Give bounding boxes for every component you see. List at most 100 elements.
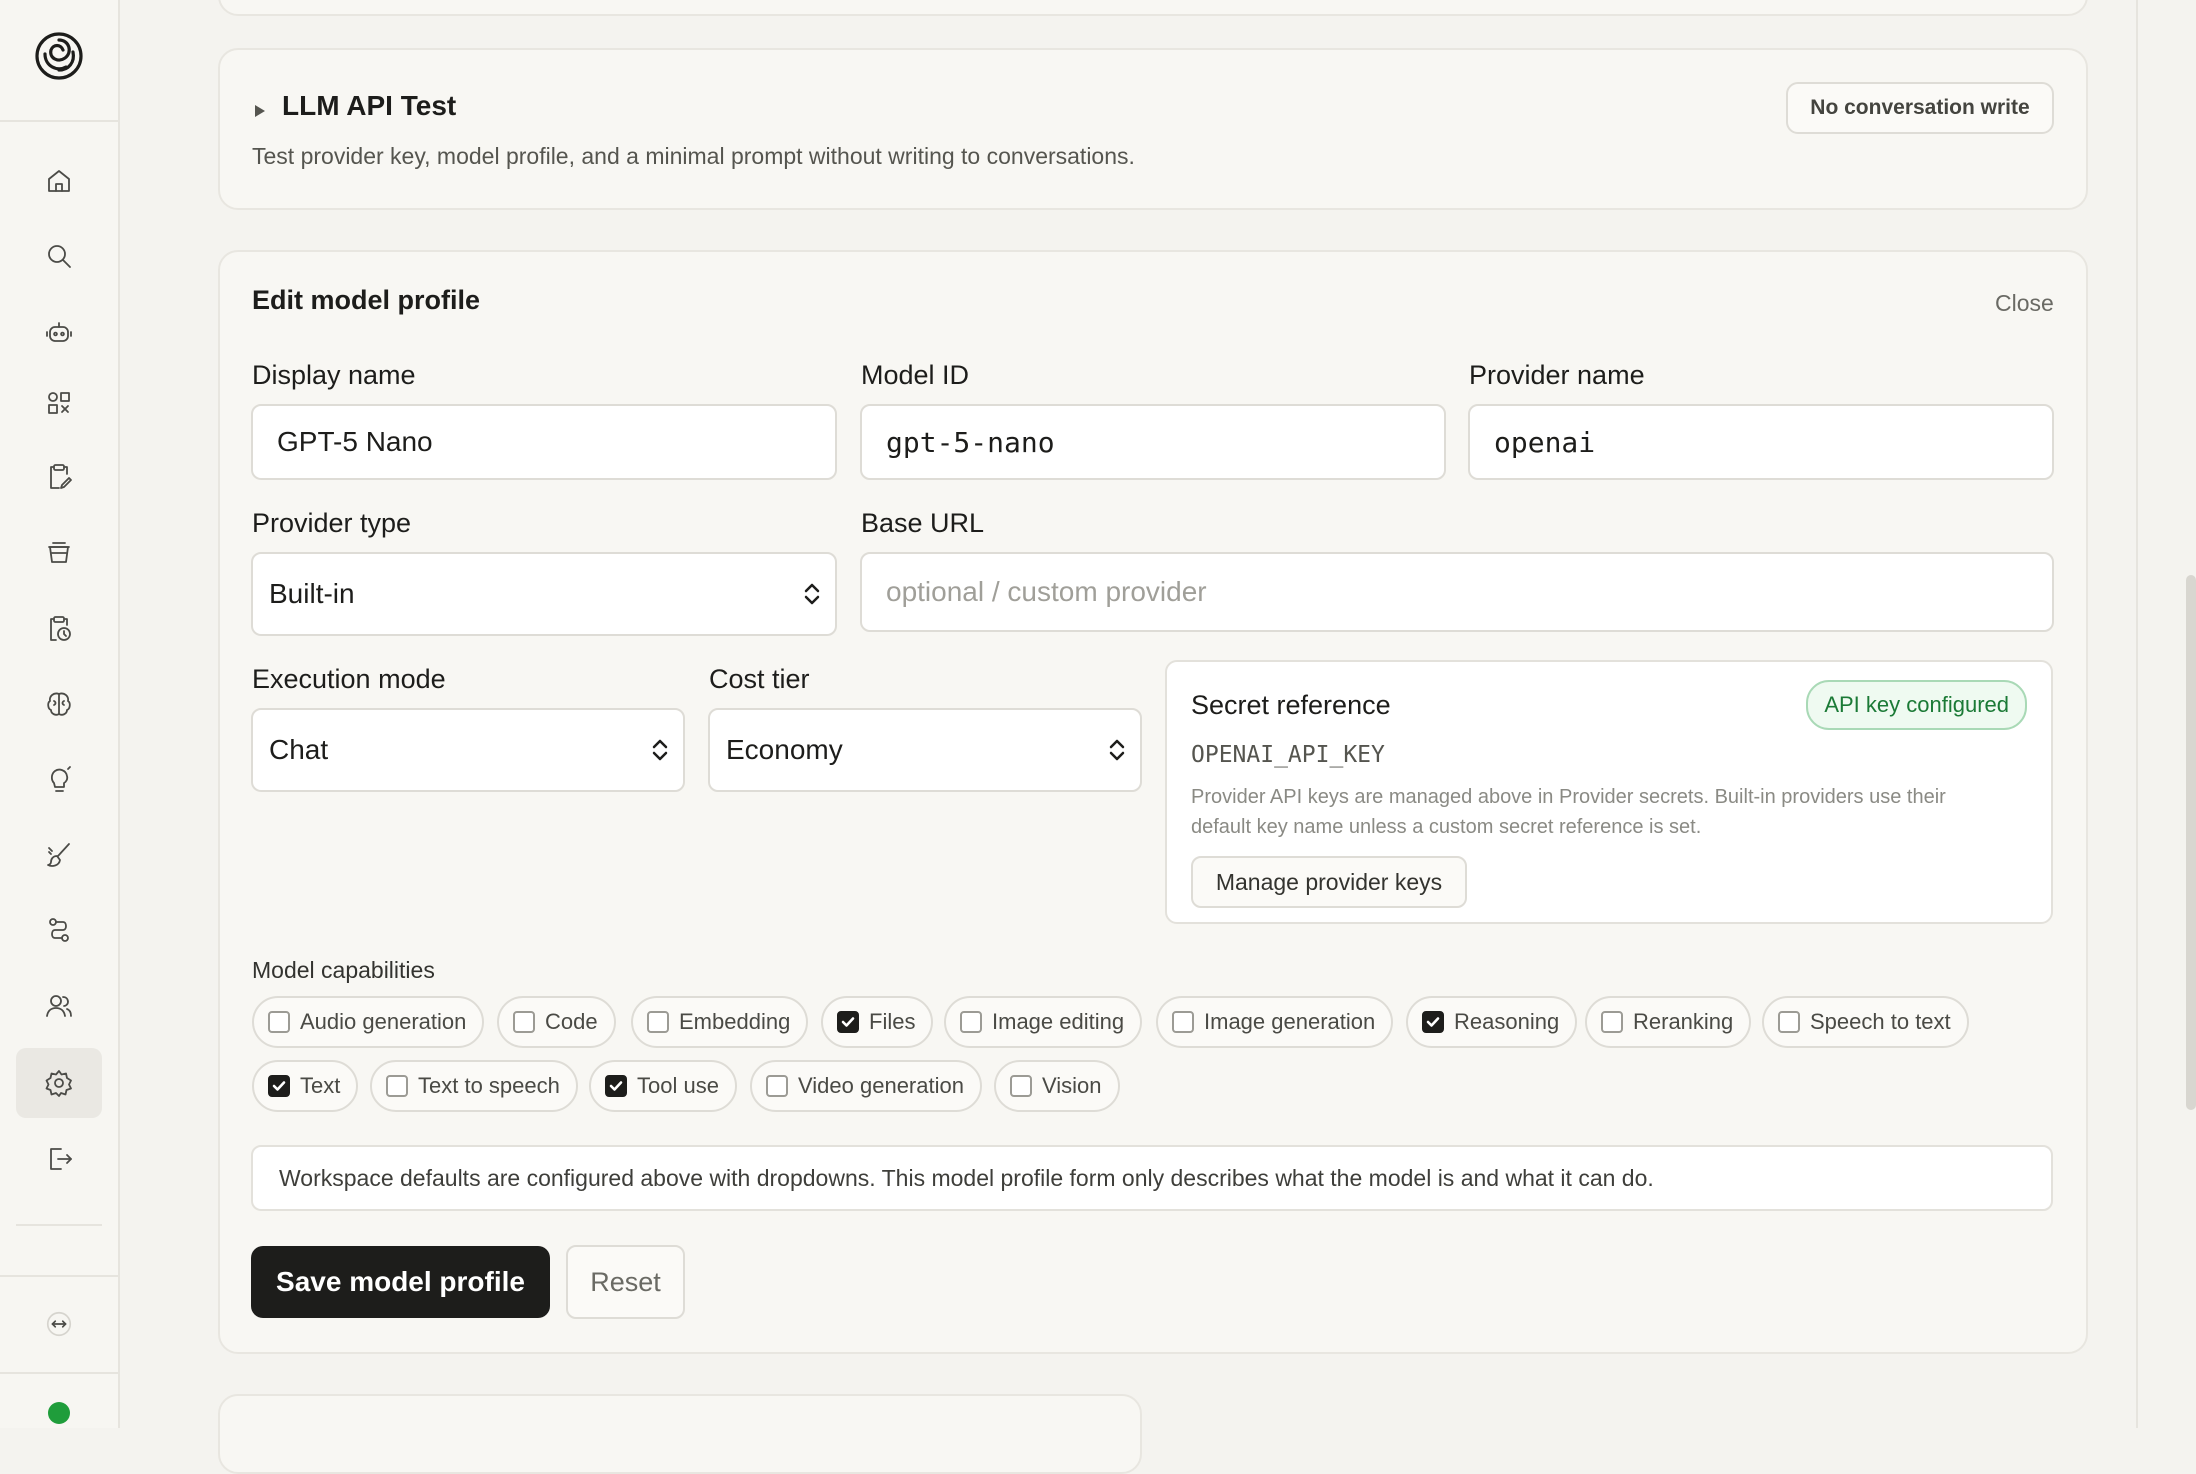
checkbox[interactable] — [647, 1011, 669, 1033]
execution-mode-value: Chat — [269, 734, 329, 765]
capability-label: Tool use — [637, 1073, 719, 1098]
capability-label: Audio generation — [300, 1009, 467, 1034]
capability-label: Embedding — [679, 1009, 791, 1034]
checkbox[interactable] — [1601, 1011, 1623, 1033]
provider-name-label: Provider name — [1469, 360, 1645, 390]
checkbox[interactable] — [1010, 1075, 1032, 1097]
nav-storage[interactable] — [16, 517, 102, 587]
scrollbar-thumb[interactable] — [2186, 575, 2196, 1110]
nav-ideas[interactable] — [16, 745, 102, 815]
close-button[interactable]: Close — [1995, 290, 2054, 317]
checkbox[interactable] — [513, 1011, 535, 1033]
nav-workflows[interactable] — [16, 895, 102, 965]
capability-label: Video generation — [798, 1073, 964, 1098]
model-id-label: Model ID — [861, 360, 970, 390]
nav-home[interactable] — [16, 146, 102, 216]
expand-triangle-icon[interactable] — [254, 104, 266, 118]
capability-label: Vision — [1042, 1073, 1102, 1098]
capability-label: Image editing — [992, 1009, 1125, 1034]
cost-tier-value: Economy — [726, 734, 843, 765]
api-key-configured-badge: API key configured — [1806, 680, 2027, 730]
nav-team[interactable] — [16, 971, 102, 1041]
llm-test-title[interactable]: LLM API Test — [282, 90, 456, 122]
spiral-logo-icon[interactable] — [33, 30, 85, 82]
capability-chip-code[interactable]: Code — [497, 996, 616, 1048]
capability-label: Reasoning — [1454, 1009, 1560, 1034]
check-icon — [841, 1017, 855, 1027]
capability-chip-reranking[interactable]: Reranking — [1585, 996, 1752, 1048]
robot-icon — [46, 322, 72, 342]
capability-chip-tool-use[interactable]: Tool use — [589, 1060, 737, 1112]
nav-notes[interactable] — [16, 442, 102, 512]
checkbox[interactable] — [1778, 1011, 1800, 1033]
capability-chip-files[interactable]: Files — [821, 996, 934, 1048]
secret-reference-panel: Secret reference API key configured OPEN… — [1165, 660, 2053, 924]
execution-mode-select[interactable]: Chat — [251, 708, 685, 792]
checkbox[interactable] — [766, 1075, 788, 1097]
capability-label: Text to speech — [418, 1073, 560, 1098]
cost-tier-label: Cost tier — [709, 664, 810, 694]
provider-name-input[interactable]: openai — [1468, 404, 2054, 480]
secret-help-text: Provider API keys are managed above in P… — [1191, 782, 1946, 842]
cost-tier-select[interactable]: Economy — [708, 708, 1142, 792]
gear-icon — [45, 1070, 72, 1097]
nav-skills[interactable] — [16, 820, 102, 890]
capability-chip-video-generation[interactable]: Video generation — [750, 1060, 982, 1112]
select-chevrons-icon — [1109, 739, 1125, 761]
nav-history[interactable] — [16, 594, 102, 664]
capability-chip-text-to-speech[interactable]: Text to speech — [370, 1060, 578, 1112]
edit-profile-title: Edit model profile — [252, 285, 481, 315]
search-icon — [48, 245, 71, 268]
llm-api-test-card: LLM API Test Test provider key, model pr… — [218, 48, 2088, 210]
capability-label: Code — [545, 1009, 598, 1034]
lightbulb-icon — [50, 766, 71, 792]
nav-settings[interactable] — [16, 1048, 102, 1118]
nav-search[interactable] — [16, 221, 102, 291]
checkbox-checked[interactable] — [837, 1011, 859, 1033]
provider-type-select[interactable]: Built-in — [251, 552, 837, 636]
checkbox-checked[interactable] — [1422, 1011, 1444, 1033]
capability-chip-embedding[interactable]: Embedding — [631, 996, 809, 1048]
select-chevrons-icon — [804, 583, 820, 605]
llm-test-description: Test provider key, model profile, and a … — [252, 143, 1135, 169]
base-url-input[interactable]: optional / custom provider — [860, 552, 2054, 632]
users-icon — [46, 995, 72, 1017]
capability-chip-vision[interactable]: Vision — [994, 1060, 1120, 1112]
nav-agents[interactable] — [16, 297, 102, 367]
capability-chip-image-generation[interactable]: Image generation — [1156, 996, 1394, 1048]
next-card — [218, 1394, 1142, 1474]
capability-label: Files — [869, 1009, 916, 1034]
manage-provider-keys-button[interactable]: Manage provider keys — [1191, 856, 1467, 908]
capability-chip-audio-generation[interactable]: Audio generation — [252, 996, 485, 1048]
reset-button[interactable]: Reset — [566, 1245, 685, 1319]
capability-chip-speech-to-text[interactable]: Speech to text — [1762, 996, 1969, 1048]
save-model-profile-button[interactable]: Save model profile — [251, 1246, 550, 1318]
workflow-icon — [49, 918, 69, 942]
model-capabilities-label: Model capabilities — [252, 957, 435, 983]
model-id-input[interactable]: gpt-5-nano — [860, 404, 1446, 480]
checkbox-checked[interactable] — [605, 1075, 627, 1097]
sidebar-divider — [0, 1275, 118, 1277]
select-chevrons-icon — [652, 739, 668, 761]
display-name-input[interactable]: GPT-5 Nano — [251, 404, 837, 480]
expand-arrows-icon — [46, 1311, 72, 1337]
checkbox[interactable] — [268, 1011, 290, 1033]
capability-label: Image generation — [1204, 1009, 1376, 1034]
sidebar-divider — [16, 1224, 102, 1226]
capability-chip-reasoning[interactable]: Reasoning — [1406, 996, 1578, 1048]
clipboard-edit-icon — [50, 464, 72, 489]
capability-chip-image-editing[interactable]: Image editing — [944, 996, 1143, 1048]
nav-knowledge[interactable] — [16, 669, 102, 739]
expand-sidebar-button[interactable] — [16, 1292, 102, 1356]
checkbox-checked[interactable] — [268, 1075, 290, 1097]
checkbox[interactable] — [960, 1011, 982, 1033]
checkbox[interactable] — [386, 1075, 408, 1097]
secret-help-line-2: default key name unless a custom secret … — [1191, 816, 1702, 838]
nav-logout[interactable] — [16, 1124, 102, 1194]
secret-help-line-1: Provider API keys are managed above in P… — [1191, 786, 1946, 808]
checkbox[interactable] — [1172, 1011, 1194, 1033]
logout-icon — [50, 1148, 72, 1170]
nav-apps[interactable] — [16, 368, 102, 438]
sidebar-divider — [0, 1372, 118, 1374]
capability-chip-text[interactable]: Text — [252, 1060, 359, 1112]
